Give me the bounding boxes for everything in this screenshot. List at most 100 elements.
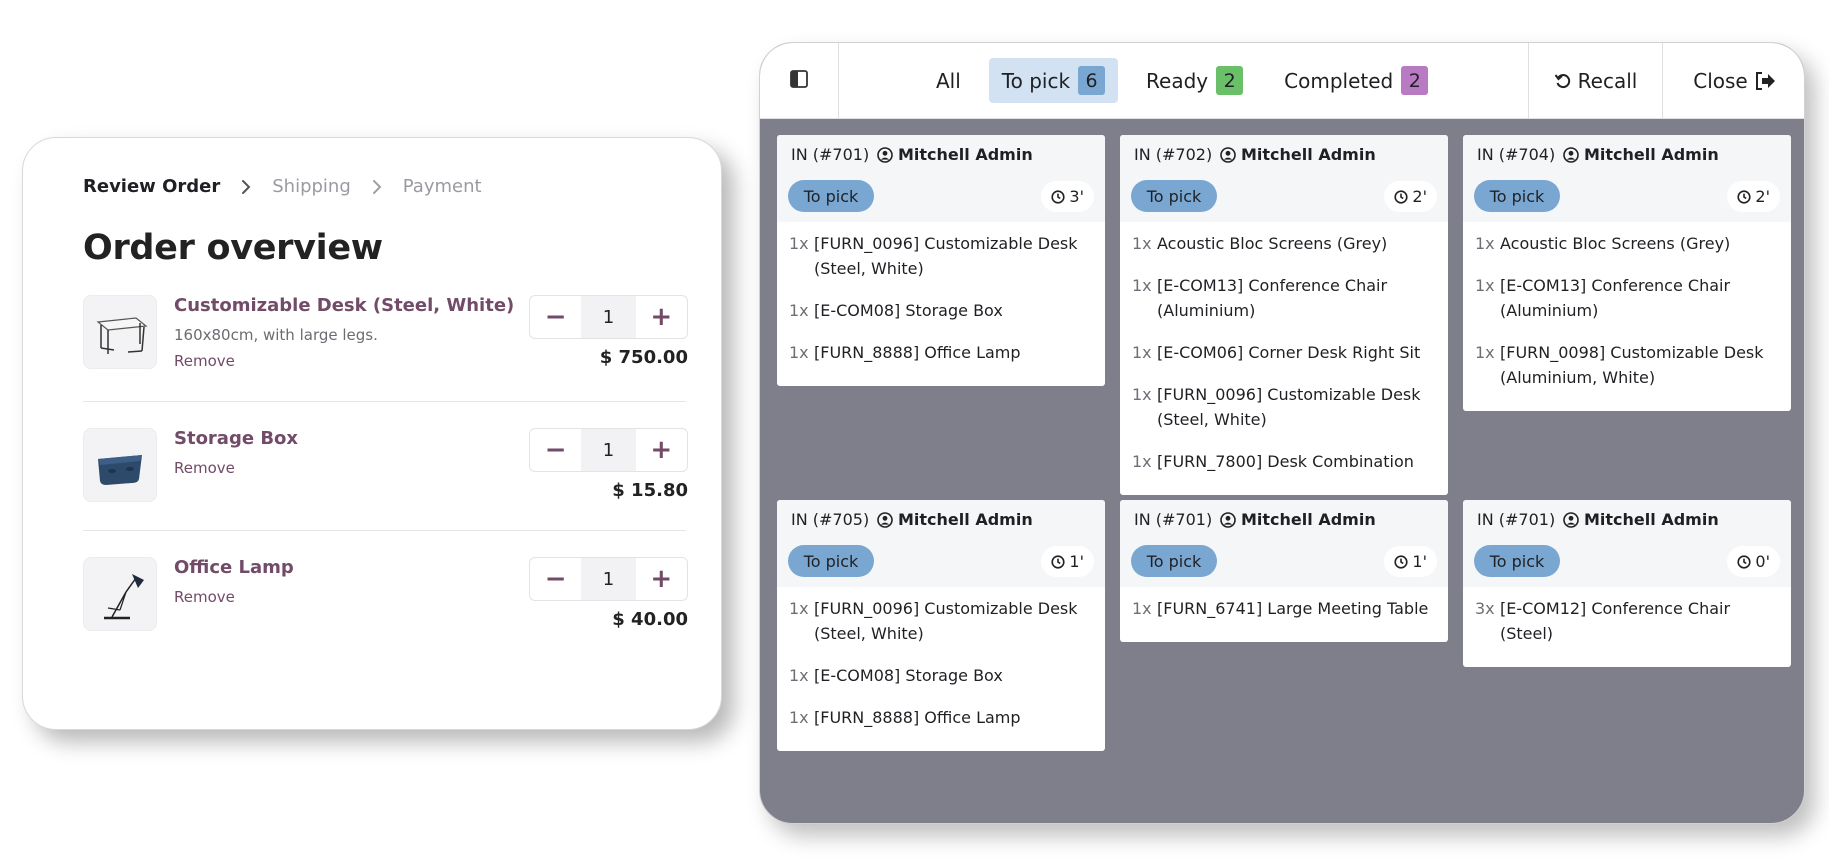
status-filters: All To pick 6 Ready 2 Completed 2 <box>923 58 1456 103</box>
ticket-header: IN (#704) Mitchell Admin To pick 2' <box>1463 135 1791 222</box>
count-badge: 6 <box>1078 66 1106 95</box>
line-product: Acoustic Bloc Screens (Grey) <box>1157 234 1388 253</box>
product-name[interactable]: Customizable Desk (Steel, White) <box>174 295 514 316</box>
product-name[interactable]: Office Lamp <box>174 557 294 578</box>
ticket-line: 1x [E-COM08] Storage Box <box>789 298 1093 323</box>
picking-ticket[interactable]: IN (#701) Mitchell Admin To pick 1' 1x [FURN_… <box>1120 500 1448 642</box>
ticket-user: Mitchell Admin <box>1220 145 1376 164</box>
line-product: [E-COM13] Conference Chair (Aluminium) <box>1157 276 1388 320</box>
filter-all[interactable]: All <box>923 58 974 103</box>
picking-ticket[interactable]: IN (#705) Mitchell Admin To pick 1' 1x [FURN_… <box>777 500 1105 751</box>
line-quantity: 1x <box>789 343 809 362</box>
status-badge: To pick <box>1131 180 1217 212</box>
user-name: Mitchell Admin <box>1584 510 1719 529</box>
count-badge: 2 <box>1401 66 1429 95</box>
ticket-line: 1x [FURN_0096] Customizable Desk (Steel, … <box>789 596 1093 646</box>
filter-ready[interactable]: Ready 2 <box>1133 58 1256 103</box>
clock-icon <box>1394 189 1409 204</box>
elapsed-time: 2' <box>1755 187 1770 206</box>
ticket-reference: IN (#705) <box>791 510 870 529</box>
breadcrumb-review-order[interactable]: Review Order <box>83 176 220 197</box>
picking-ticket[interactable]: IN (#702) Mitchell Admin To pick 2' 1x Acoust… <box>1120 135 1448 495</box>
ticket-header: IN (#701) Mitchell Admin To pick 1' <box>1120 500 1448 587</box>
user-name: Mitchell Admin <box>898 510 1033 529</box>
line-quantity: 1x <box>1132 599 1152 618</box>
user-circle-icon <box>877 511 893 528</box>
ticket-line: 1x [FURN_8888] Office Lamp <box>789 340 1093 365</box>
plus-icon: + <box>650 435 673 465</box>
product-price: $ 750.00 <box>599 347 688 368</box>
cart-line-desk: Customizable Desk (Steel, White) 160x80c… <box>83 295 688 373</box>
quantity-input[interactable]: 1 <box>581 296 636 338</box>
ticket-lines: 1x [FURN_6741] Large Meeting Table <box>1120 587 1448 642</box>
recall-button[interactable]: Recall <box>1528 43 1662 119</box>
filter-label: To pick <box>1001 68 1071 93</box>
increase-quantity-button[interactable]: + <box>636 296 687 338</box>
decrease-quantity-button[interactable]: − <box>530 296 581 338</box>
ticket-lines: 1x [FURN_0096] Customizable Desk (Steel, … <box>777 587 1105 751</box>
quantity-input[interactable]: 1 <box>581 558 636 600</box>
count-badge: 2 <box>1216 66 1244 95</box>
close-label: Close <box>1693 69 1748 93</box>
picking-ticket[interactable]: IN (#701) Mitchell Admin To pick 3' 1x [FURN_… <box>777 135 1105 386</box>
elapsed-timer: 2' <box>1727 181 1780 212</box>
status-badge: To pick <box>788 180 874 212</box>
breadcrumb-payment[interactable]: Payment <box>403 176 482 197</box>
remove-link[interactable]: Remove <box>174 459 235 477</box>
ticket-header: IN (#701) Mitchell Admin To pick 0' <box>1463 500 1791 587</box>
quantity-stepper: − 1 + <box>529 295 688 339</box>
line-quantity: 1x <box>1132 234 1152 253</box>
line-product: [FURN_8888] Office Lamp <box>814 343 1021 362</box>
product-name[interactable]: Storage Box <box>174 428 298 449</box>
clock-icon <box>1737 189 1752 204</box>
close-button[interactable]: Close <box>1662 43 1804 119</box>
ticket-header: IN (#705) Mitchell Admin To pick 1' <box>777 500 1105 587</box>
status-badge: To pick <box>1474 180 1560 212</box>
picking-ticket[interactable]: IN (#701) Mitchell Admin To pick 0' 3x [E-COM… <box>1463 500 1791 667</box>
user-circle-icon <box>1220 511 1236 528</box>
line-product: [FURN_0096] Customizable Desk (Steel, Wh… <box>1157 385 1421 429</box>
elapsed-timer: 2' <box>1384 181 1437 212</box>
quantity-input[interactable]: 1 <box>581 429 636 471</box>
breadcrumb-shipping[interactable]: Shipping <box>272 176 351 197</box>
user-circle-icon <box>1563 146 1579 163</box>
ticket-header: IN (#702) Mitchell Admin To pick 2' <box>1120 135 1448 222</box>
status-badge: To pick <box>1474 545 1560 577</box>
clock-icon <box>1051 189 1066 204</box>
ticket-line: 1x [E-COM13] Conference Chair (Aluminium) <box>1132 273 1436 323</box>
decrease-quantity-button[interactable]: − <box>530 429 581 471</box>
decrease-quantity-button[interactable]: − <box>530 558 581 600</box>
picking-ticket[interactable]: IN (#704) Mitchell Admin To pick 2' 1x Acoust… <box>1463 135 1791 411</box>
plus-icon: + <box>650 302 673 332</box>
elapsed-timer: 1' <box>1384 546 1437 577</box>
ticket-lines: 1x Acoustic Bloc Screens (Grey) 1x [E-COM13… <box>1463 222 1791 411</box>
divider <box>83 401 686 402</box>
line-product: [E-COM12] Conference Chair (Steel) <box>1500 599 1731 643</box>
ticket-line: 1x [E-COM06] Corner Desk Right Sit <box>1132 340 1436 365</box>
product-image-desk <box>83 295 157 369</box>
undo-icon <box>1554 72 1572 90</box>
product-description: 160x80cm, with large legs. <box>174 326 378 344</box>
filter-label: All <box>936 68 961 93</box>
filter-completed[interactable]: Completed 2 <box>1271 58 1441 103</box>
sidebar-toggle-button[interactable] <box>760 43 839 119</box>
remove-link[interactable]: Remove <box>174 588 235 606</box>
recall-label: Recall <box>1577 69 1638 93</box>
increase-quantity-button[interactable]: + <box>636 558 687 600</box>
line-product: [FURN_0096] Customizable Desk (Steel, Wh… <box>814 234 1078 278</box>
user-circle-icon <box>877 146 893 163</box>
breadcrumb: Review Order Shipping Payment <box>83 176 482 197</box>
ticket-line: 3x [E-COM12] Conference Chair (Steel) <box>1475 596 1779 646</box>
line-quantity: 1x <box>1132 452 1152 471</box>
ticket-user: Mitchell Admin <box>1563 145 1719 164</box>
user-circle-icon <box>1563 511 1579 528</box>
filter-to-pick[interactable]: To pick 6 <box>988 58 1119 103</box>
elapsed-time: 1' <box>1412 552 1427 571</box>
board-header: All To pick 6 Ready 2 Completed 2 Recall… <box>760 43 1804 119</box>
remove-link[interactable]: Remove <box>174 352 235 370</box>
line-product: [E-COM08] Storage Box <box>814 666 1003 685</box>
increase-quantity-button[interactable]: + <box>636 429 687 471</box>
line-quantity: 1x <box>789 234 809 253</box>
line-product: [E-COM08] Storage Box <box>814 301 1003 320</box>
chevron-right-icon <box>369 177 385 197</box>
